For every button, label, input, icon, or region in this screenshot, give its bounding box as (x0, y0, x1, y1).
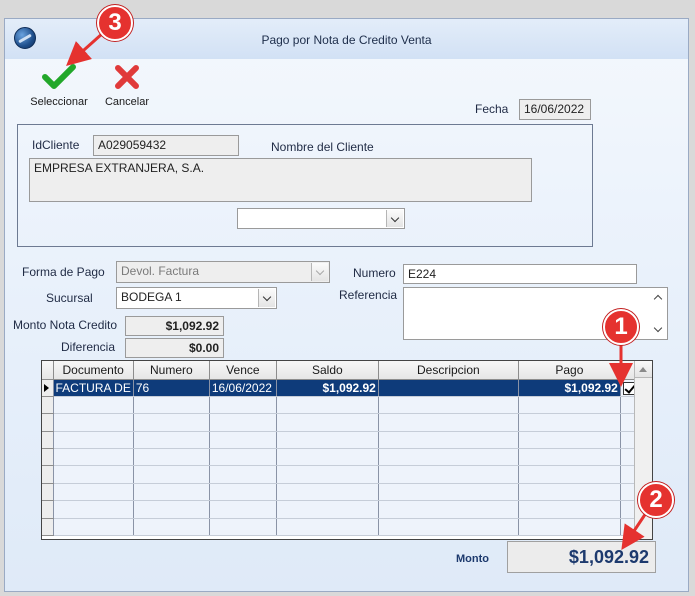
cell-saldo[interactable]: $1,092.92 (276, 379, 379, 397)
numero-field[interactable]: E224 (403, 264, 637, 284)
cancel-button-label: Cancelar (104, 96, 150, 108)
monto-nc-field: $1,092.92 (125, 316, 224, 336)
cancel-x-icon (115, 65, 139, 89)
cell-numero[interactable]: 76 (133, 379, 210, 397)
col-header-saldo[interactable]: Saldo (276, 361, 379, 380)
scroll-down-icon[interactable] (651, 322, 666, 338)
fecha-field[interactable]: 16/06/2022 (519, 99, 591, 120)
cell-pago[interactable]: $1,092.92 (518, 379, 621, 397)
sucursal-label: Sucursal (46, 291, 93, 305)
annotation-badge-2: 2 (638, 482, 674, 518)
chevron-down-icon (311, 263, 328, 281)
sucursal-combo[interactable]: BODEGA 1 (116, 287, 277, 309)
referencia-label: Referencia (339, 288, 398, 302)
col-header-numero[interactable]: Numero (133, 361, 210, 380)
forma-pago-label: Forma de Pago (22, 265, 105, 279)
row-pointer-icon (42, 379, 54, 397)
forma-pago-value: Devol. Factura (121, 264, 200, 278)
scroll-up-icon[interactable] (635, 361, 652, 378)
chevron-down-icon[interactable] (386, 210, 403, 227)
cell-documento[interactable]: FACTURA DE (53, 379, 134, 397)
cell-descripcion[interactable] (378, 379, 519, 397)
col-header-pago[interactable]: Pago (518, 361, 621, 380)
documents-table: Documento Numero Vence Saldo Descripcion… (42, 361, 640, 537)
idcliente-label: IdCliente (32, 138, 80, 152)
cancel-button[interactable]: Cancelar (99, 63, 155, 108)
diferencia-field: $0.00 (125, 338, 224, 358)
monto-label: Monto (456, 553, 489, 565)
monto-nc-label: Monto Nota Credito (13, 318, 118, 332)
idcliente-field[interactable]: A029059432 (93, 135, 239, 156)
col-header-descripcion[interactable]: Descripcion (378, 361, 519, 380)
table-row[interactable] (42, 431, 640, 450)
table-row[interactable]: FACTURA DE 76 16/06/2022 $1,092.92 $1,09… (42, 379, 640, 397)
table-row[interactable] (42, 396, 640, 415)
nombre-cliente-field[interactable]: EMPRESA EXTRANJERA, S.A. (29, 158, 532, 202)
fecha-label: Fecha (475, 102, 509, 116)
table-row[interactable] (42, 483, 640, 502)
scroll-up-icon[interactable] (651, 289, 666, 305)
col-header-documento[interactable]: Documento (53, 361, 134, 380)
grid-header-indicator (42, 361, 54, 380)
table-row[interactable] (42, 518, 640, 537)
col-header-vence[interactable]: Vence (209, 361, 277, 380)
nombre-cliente-label: Nombre del Cliente (271, 140, 374, 154)
client-combo[interactable] (237, 208, 405, 229)
table-row[interactable] (42, 448, 640, 467)
documents-grid[interactable]: Documento Numero Vence Saldo Descripcion… (41, 360, 653, 540)
monto-total-field: $1,092.92 (507, 541, 656, 573)
chevron-down-icon[interactable] (258, 289, 275, 307)
select-button[interactable]: Seleccionar (29, 63, 89, 108)
table-row[interactable] (42, 465, 640, 484)
diferencia-label: Diferencia (61, 340, 116, 354)
forma-pago-combo: Devol. Factura (116, 261, 330, 283)
table-row[interactable] (42, 500, 640, 519)
select-button-label: Seleccionar (30, 96, 88, 108)
annotation-badge-3: 3 (97, 5, 133, 41)
grid-header-row: Documento Numero Vence Saldo Descripcion… (42, 361, 640, 380)
table-row[interactable] (42, 413, 640, 432)
sucursal-value: BODEGA 1 (121, 290, 182, 304)
dialog-window: Pago por Nota de Credito Venta Seleccion… (4, 18, 689, 592)
cell-vence[interactable]: 16/06/2022 (209, 379, 277, 397)
numero-label: Numero (353, 266, 396, 280)
checkmark-icon (42, 64, 76, 89)
annotation-badge-1: 1 (603, 309, 639, 345)
